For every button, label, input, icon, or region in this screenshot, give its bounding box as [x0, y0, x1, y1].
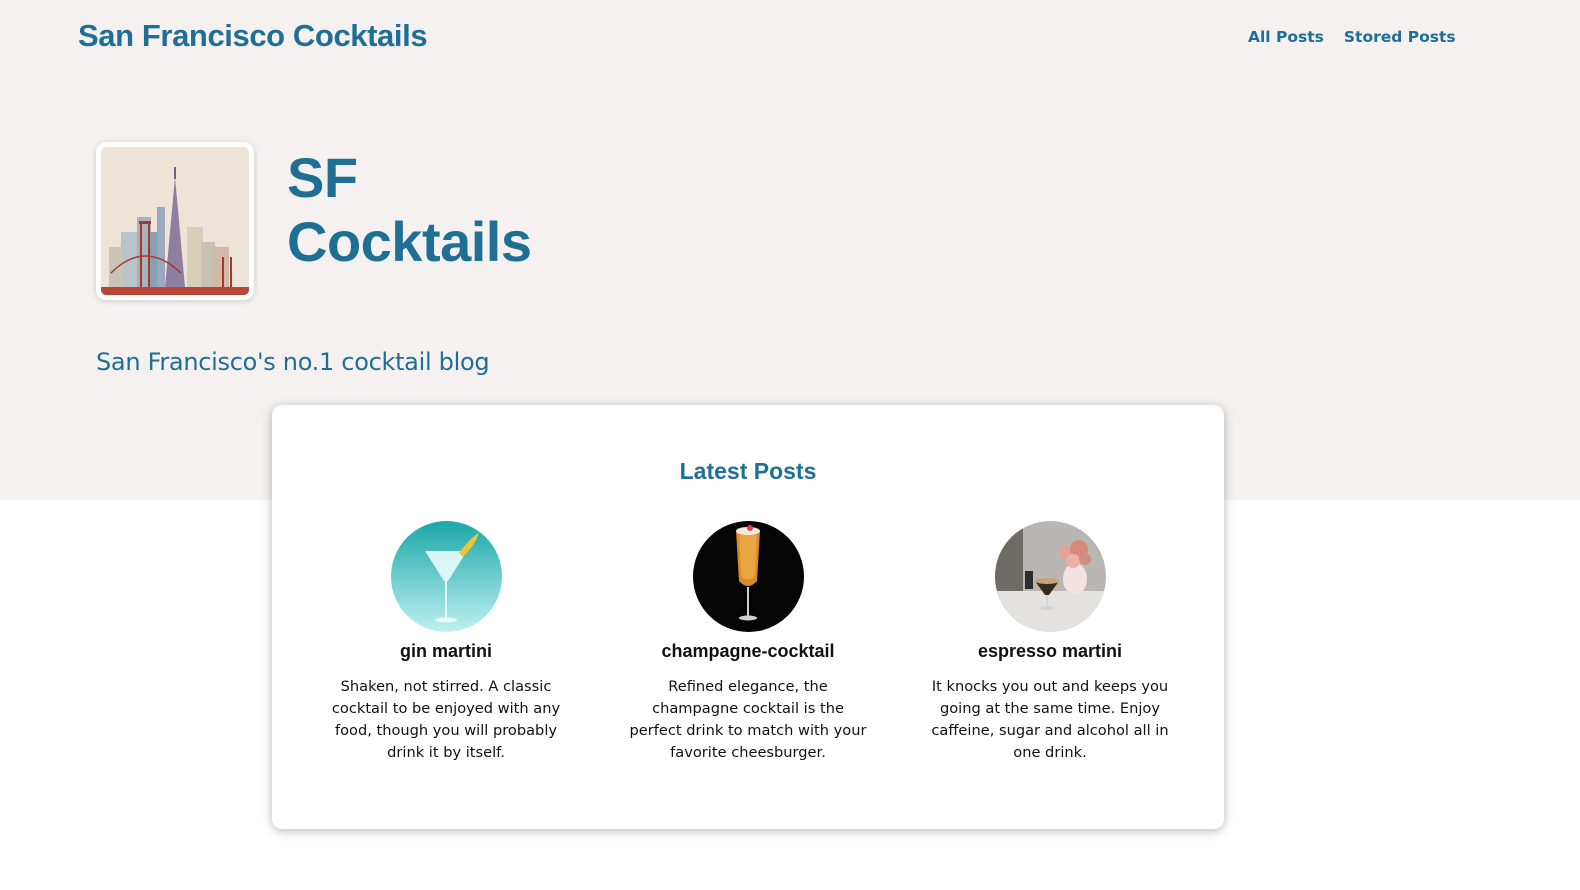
post-title[interactable]: espresso martini: [925, 641, 1175, 662]
post-title[interactable]: champagne-cocktail: [623, 641, 873, 662]
post-card-espresso-martini[interactable]: espresso martini It knocks you out and k…: [925, 521, 1175, 764]
hero-title-line1: SF: [287, 146, 358, 209]
hero-title: SF Cocktails: [287, 146, 532, 274]
post-card-champagne-cocktail[interactable]: champagne-cocktail Refined elegance, the…: [623, 521, 873, 764]
nav-all-posts[interactable]: All Posts: [1248, 28, 1324, 46]
post-thumbnail: [994, 521, 1106, 632]
champagne-flute-image: [692, 521, 804, 632]
post-description: Shaken, not stirred. A classic cocktail …: [331, 678, 561, 761]
post-description: It knocks you out and keeps you going at…: [931, 678, 1169, 761]
hero-tagline: San Francisco's no.1 cocktail blog: [96, 348, 490, 376]
post-description: Refined elegance, the champagne cocktail…: [629, 678, 867, 761]
latest-posts-heading: Latest Posts: [679, 458, 817, 484]
main-nav: All Posts Stored Posts: [1248, 28, 1456, 46]
hero-title-line2: Cocktails: [287, 210, 532, 273]
post-thumbnail: [390, 521, 502, 632]
nav-stored-posts[interactable]: Stored Posts: [1344, 28, 1456, 46]
martini-glass-image: [390, 521, 502, 632]
latest-posts-card: Latest Posts gin martini Shaken, not sti…: [272, 405, 1224, 829]
san-francisco-skyline-icon: [101, 147, 249, 295]
hero-logo: [96, 142, 254, 300]
post-card-gin-martini[interactable]: gin martini Shaken, not stirred. A class…: [321, 521, 571, 764]
post-title[interactable]: gin martini: [321, 641, 571, 662]
site-title[interactable]: San Francisco Cocktails: [78, 18, 428, 54]
post-thumbnail: [692, 521, 804, 632]
espresso-martini-image: [994, 521, 1106, 632]
